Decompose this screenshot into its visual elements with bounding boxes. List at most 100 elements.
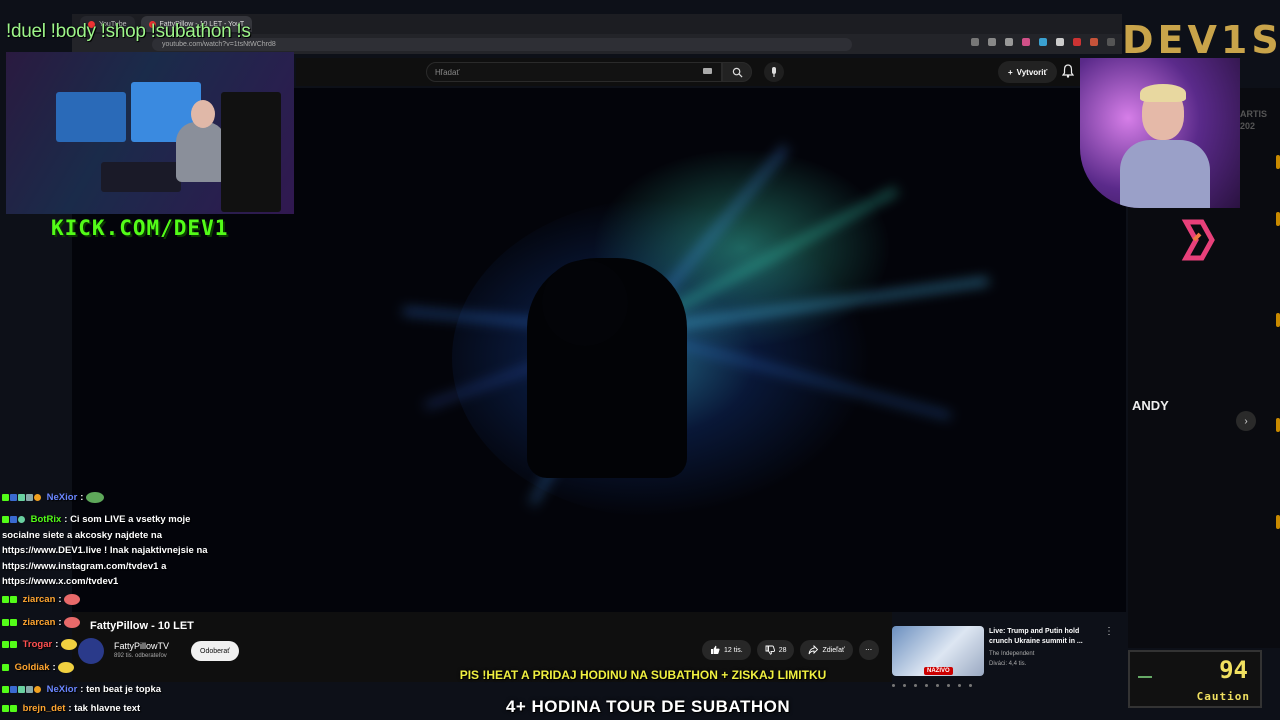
carousel-dots [892, 684, 1052, 688]
video-actions: 12 tis. 28 Zdieľať ⋯ [702, 640, 879, 660]
bookmark-star-icon[interactable] [1005, 38, 1013, 46]
chat-text: : [58, 594, 62, 606]
chat-username[interactable]: ziarcan [23, 594, 56, 605]
chat-username[interactable]: NeXior [47, 492, 78, 503]
url-field[interactable]: youtube.com/watch?v=1tsNtWChrd8 [152, 37, 852, 51]
chat-emote [86, 492, 105, 503]
edge-accent [1276, 155, 1280, 169]
chevron-right-icon: › [1244, 415, 1248, 427]
carousel-dot[interactable] [958, 684, 961, 687]
side-text: ARTIS 202 [1240, 109, 1267, 131]
chat-text: : [80, 492, 84, 504]
chat-message: BotRix: Ci som LIVE a vsetky moje social… [2, 512, 222, 590]
chat-username[interactable]: NeXior [47, 684, 78, 695]
chat-text: : ten beat je topka [80, 684, 162, 695]
zoom-icon[interactable] [988, 38, 996, 46]
carousel-dot[interactable] [892, 684, 895, 687]
extension-icon[interactable] [1039, 38, 1047, 46]
chat-message: ziarcan: [2, 617, 81, 629]
chair [221, 92, 281, 212]
streamer-hair [1140, 84, 1186, 102]
subscribe-button[interactable]: Odoberať [191, 641, 239, 661]
edge-accent [1276, 418, 1280, 432]
more-actions-button[interactable]: ⋯ [858, 640, 879, 660]
carousel-dot[interactable] [936, 684, 939, 687]
carousel-dot[interactable] [925, 684, 928, 687]
next-arrow-button[interactable]: › [1236, 411, 1256, 431]
webcam-gaming-setup [6, 52, 294, 214]
chat-emote [64, 617, 81, 628]
meter-tick [1138, 676, 1152, 678]
keyboard-icon[interactable] [703, 68, 712, 74]
more-vertical-icon[interactable]: ⋮ [1104, 626, 1114, 637]
webcam-streamer [1080, 58, 1240, 208]
chat-badges [2, 685, 41, 693]
dislike-button[interactable]: 28 [756, 640, 795, 660]
extension-icons [971, 38, 1115, 46]
kick-url-overlay: KICK.COM/DEV1 [51, 216, 229, 240]
extension-icon[interactable] [1090, 38, 1098, 46]
silhouette-head [542, 260, 628, 346]
edge-accent [1276, 515, 1280, 529]
carousel-dot[interactable] [914, 684, 917, 687]
chat-message: NeXior: [2, 492, 105, 504]
subscriber-count: 892 tis. odberateľov [114, 653, 167, 659]
chat-message: ziarcan: [2, 594, 81, 606]
chat-badges [2, 619, 17, 626]
share-button[interactable]: Zdieľať [800, 640, 853, 660]
extension-icon[interactable] [971, 38, 979, 46]
like-count: 12 tis. [724, 646, 743, 654]
extension-icon[interactable] [1073, 38, 1081, 46]
stream-screen: YouTube FattyPillow - 10 LET - YouT yout… [0, 0, 1280, 720]
thumbs-up-icon [711, 645, 720, 654]
chat-commands-overlay: !duel !body !shop !subathon !s [6, 21, 251, 42]
extension-icon[interactable] [1056, 38, 1064, 46]
chat-emote [64, 594, 81, 605]
heat-status-label: Caution [1196, 690, 1250, 703]
streamer-head [191, 100, 215, 128]
search-input[interactable]: Hľadať [426, 62, 722, 82]
recommended-channel[interactable]: The Independent [989, 649, 1034, 659]
extension-icon[interactable] [1022, 38, 1030, 46]
create-button[interactable]: + Vytvoriť [998, 61, 1058, 83]
chat-emote [61, 639, 78, 650]
chat-badges [2, 641, 17, 648]
search-button[interactable] [722, 62, 752, 82]
streamer-shirt [1120, 140, 1210, 208]
create-label: Vytvoriť [1016, 67, 1048, 77]
chat-text: : [58, 617, 62, 629]
monitor [56, 92, 126, 142]
thumbs-down-icon [765, 645, 775, 655]
edge-accent [1276, 212, 1280, 226]
dislike-count: 28 [778, 646, 787, 654]
chat-badges [2, 596, 17, 603]
chat-username[interactable]: Trogar [23, 639, 53, 650]
voice-search-button[interactable] [764, 62, 784, 82]
carousel-dot[interactable] [947, 684, 950, 687]
heat-value: 94 [1219, 656, 1248, 684]
channel-avatar[interactable] [78, 638, 104, 664]
search-icon [732, 67, 743, 78]
desk [101, 162, 181, 192]
extensions-puzzle-icon[interactable] [1107, 38, 1115, 46]
video-title: FattyPillow - 10 LET [90, 620, 194, 632]
brand-logo: DEV1S [1122, 18, 1280, 62]
share-icon [809, 645, 819, 655]
plus-icon: + [1008, 67, 1013, 77]
carousel-dot[interactable] [969, 684, 972, 687]
more-horizontal-icon: ⋯ [865, 647, 873, 654]
like-button[interactable]: 12 tis. [702, 640, 751, 660]
chat-badges [2, 494, 41, 501]
recommended-title[interactable]: Live: Trump and Putin hold crunch Ukrain… [989, 627, 1099, 647]
subathon-title-banner: 4+ HODINA TOUR DE SUBATHON [505, 697, 791, 716]
chat-username[interactable]: BotRix [31, 514, 62, 525]
chat-username[interactable]: ziarcan [23, 617, 56, 628]
subathon-promo-banner: PIS !HEAT A PRIDAJ HODINU NA SUBATHON + … [459, 668, 827, 682]
edge-accent [1276, 313, 1280, 327]
carousel-dot[interactable] [903, 684, 906, 687]
notifications-bell-icon[interactable] [1062, 64, 1074, 78]
side-label: ANDY [1132, 398, 1169, 413]
chat-message: NeXior: ten beat je topka [2, 684, 161, 695]
heat-meter-widget: 94 Caution [1128, 650, 1262, 708]
channel-name[interactable]: FattyPillowTV [114, 641, 169, 651]
